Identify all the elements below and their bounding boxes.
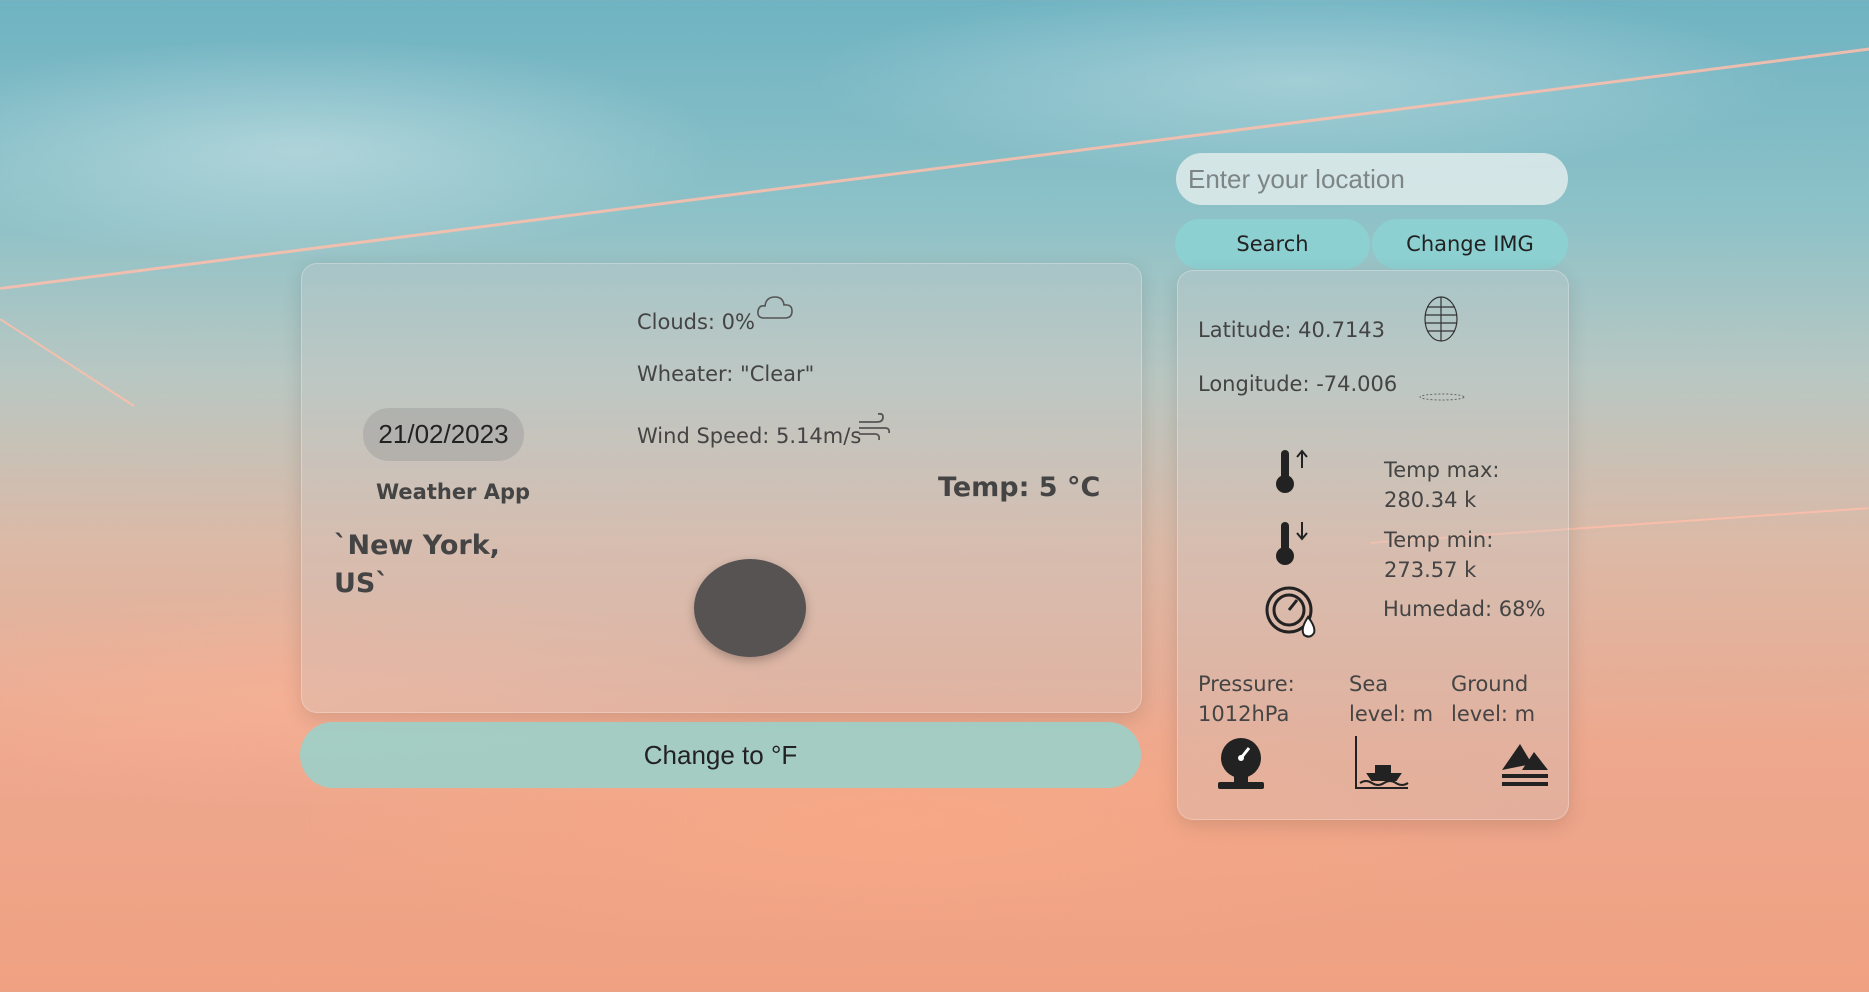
temp-max-label: Temp max: 280.34 k xyxy=(1384,458,1500,512)
wind-speed-label: Wind Speed: 5.14m/s xyxy=(637,424,862,448)
sea-level-icon xyxy=(1354,734,1410,794)
barometer-icon xyxy=(1216,736,1266,794)
map-icon xyxy=(1418,388,1466,407)
sky-contrail xyxy=(0,45,1869,290)
latitude-label: Latitude: 40.7143 xyxy=(1198,318,1386,342)
humidity-label: Humedad: 68% xyxy=(1383,597,1546,621)
longitude-label: Longitude: -74.006 xyxy=(1198,372,1398,396)
thermometer-up-icon xyxy=(1272,446,1312,500)
temp-min-label: Temp min: 273.57 k xyxy=(1384,528,1494,582)
temperature-readout: Temp: 5 °C xyxy=(938,472,1101,503)
wind-icon xyxy=(857,412,891,448)
pressure-label: Pressure: 1012hPa xyxy=(1198,672,1295,726)
thermometer-down-icon xyxy=(1272,518,1312,572)
change-image-button[interactable]: Change IMG xyxy=(1372,219,1568,269)
clouds-label: Clouds: 0% xyxy=(637,310,755,334)
humidity-gauge-icon xyxy=(1264,585,1320,645)
city-name: `New York, US` xyxy=(334,530,500,599)
sky-contrail xyxy=(0,318,135,407)
location-input[interactable] xyxy=(1176,153,1568,205)
search-button[interactable]: Search xyxy=(1175,219,1370,269)
app-title: Weather App xyxy=(376,480,531,504)
mountain-icon xyxy=(1500,738,1550,792)
globe-icon xyxy=(1424,295,1458,347)
sea-level-label: Sea level: m xyxy=(1349,672,1434,726)
change-unit-button[interactable]: Change to °F xyxy=(300,722,1141,788)
weather-label: Wheater: "Clear" xyxy=(637,362,815,386)
date-badge: 21/02/2023 xyxy=(363,408,524,461)
cloud-icon xyxy=(756,292,794,328)
weather-icon xyxy=(694,559,806,657)
ground-level-label: Ground level: m xyxy=(1451,672,1536,726)
